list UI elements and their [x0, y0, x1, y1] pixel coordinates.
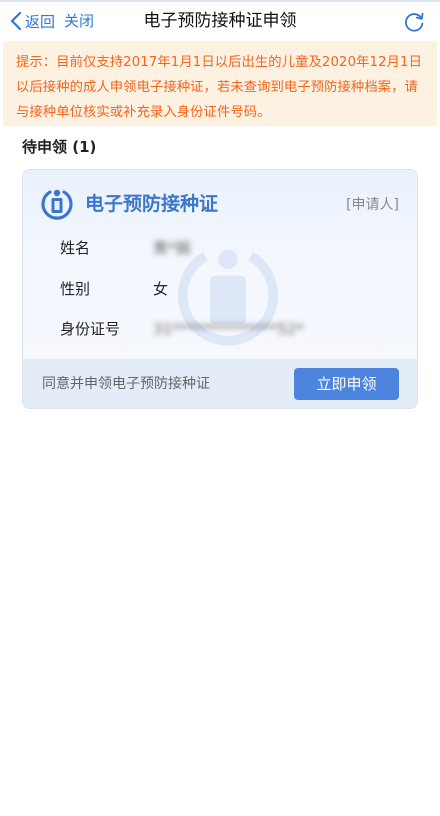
refresh-icon[interactable]	[402, 10, 426, 34]
section-title: 待申领 (1)	[22, 138, 97, 156]
id-number-value: 31**************52*	[153, 320, 304, 338]
chevron-left-icon	[10, 12, 22, 30]
navigation-bar: 返回 关闭 电子预防接种证申领	[0, 2, 440, 40]
vaccination-logo-icon	[41, 189, 73, 220]
back-button[interactable]: 返回	[10, 10, 55, 32]
notice-text: 提示：目前仅支持2017年1月1日以后出生的儿童及2020年12月1日以后接种的…	[16, 55, 423, 120]
back-label: 返回	[25, 12, 56, 31]
card-footer: 同意并申领电子预防接种证 立即申领	[23, 359, 417, 408]
id-number-label: 身份证号	[60, 320, 121, 338]
apply-now-button[interactable]: 立即申领	[294, 368, 399, 400]
agree-apply-text: 同意并申领电子预防接种证	[42, 376, 210, 392]
close-button[interactable]: 关闭	[64, 10, 94, 32]
notice-banner: 提示：目前仅支持2017年1月1日以后出生的儿童及2020年12月1日以后接种的…	[3, 41, 437, 126]
vaccination-certificate-card: 电子预防接种证 [申请人] 姓名 黄*娟 性别 女 身份证号 31*******…	[22, 169, 418, 409]
gender-label: 性别	[60, 280, 91, 298]
page-title: 电子预防接种证申领	[143, 11, 297, 31]
name-label: 姓名	[60, 239, 91, 257]
name-value: 黄*娟	[153, 239, 191, 257]
card-title: 电子预防接种证	[85, 193, 219, 215]
applicant-tag: [申请人]	[346, 197, 399, 213]
gender-value: 女	[153, 280, 169, 298]
